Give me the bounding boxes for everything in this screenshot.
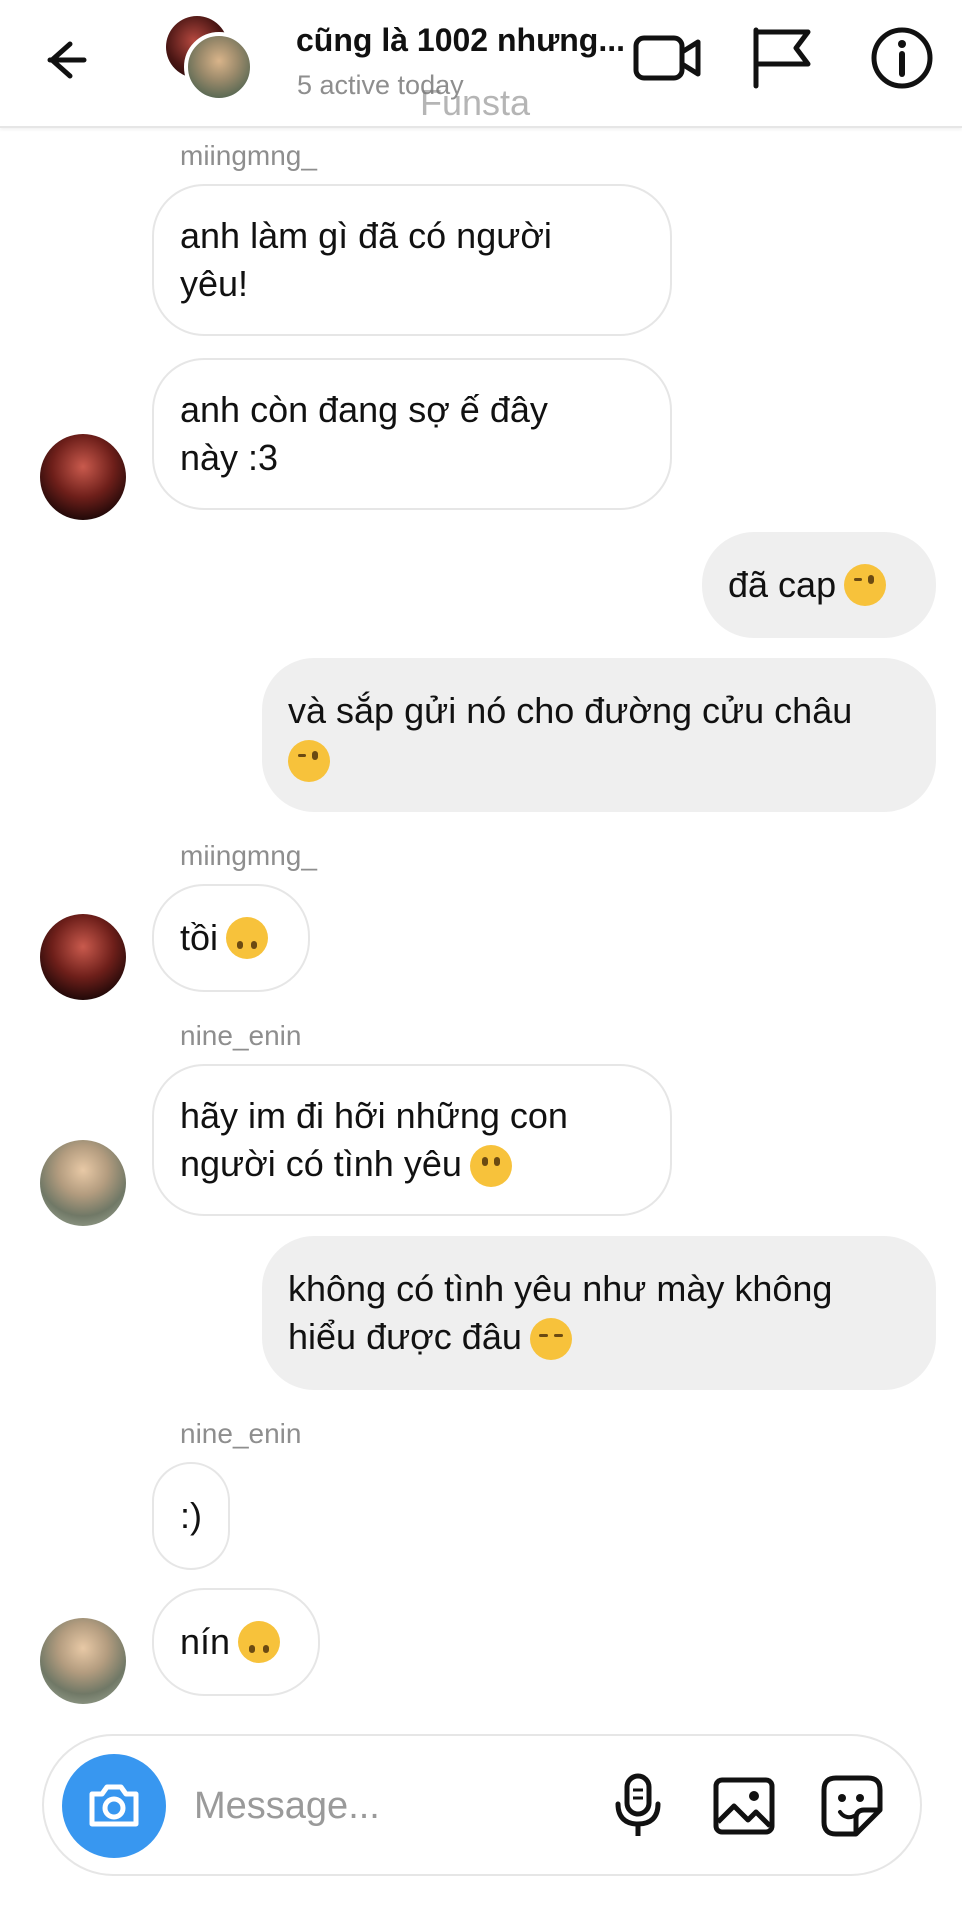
avatar[interactable] (40, 1140, 126, 1226)
message-composer (42, 1734, 922, 1876)
sender-name: miingmng_ (180, 840, 317, 871)
message-text: anh làm gì đã có người yêu! (180, 215, 552, 304)
avatar[interactable] (40, 434, 126, 520)
message-text: không có tình yêu như mày không hiểu đượ… (288, 1265, 832, 1361)
message-bubble-outgoing[interactable]: đã cap (702, 532, 936, 638)
watermark: Funsta (420, 82, 531, 123)
gallery-icon[interactable] (708, 1770, 780, 1842)
avatar[interactable] (40, 914, 126, 1000)
upside-down-face-emoji-icon (238, 1621, 281, 1663)
message-bubble-incoming[interactable]: tồi (152, 884, 310, 992)
message-bubble-outgoing[interactable]: và sắp gửi nó cho đường cửu châu (262, 658, 936, 812)
relieved-face-emoji-icon (529, 1318, 572, 1361)
message-text: tồi (180, 917, 219, 958)
message-bubble-incoming[interactable]: anh còn đang sợ ế đây này :3 (152, 358, 672, 510)
slight-smile-emoji-icon (469, 1145, 512, 1188)
camera-icon (89, 1784, 139, 1827)
message-bubble-incoming[interactable]: nín (152, 1588, 320, 1696)
message-bubble-incoming[interactable]: anh làm gì đã có người yêu! (152, 184, 672, 336)
message-text: anh còn đang sợ ế đây này :3 (180, 389, 548, 478)
sticker-icon[interactable] (816, 1770, 888, 1842)
chat-header: cũng là 1002 nhưng... 5 active today Fun… (0, 0, 962, 128)
sender-name: nine_enin (180, 1020, 302, 1051)
sender-name: nine_enin (180, 1418, 302, 1449)
flag-icon[interactable] (744, 22, 816, 94)
sender-name: miingmng_ (180, 140, 317, 171)
message-text: hãy im đi hỡi những con người có tình yê… (180, 1092, 568, 1188)
video-call-icon[interactable] (632, 22, 704, 94)
message-bubble-incoming[interactable]: hãy im đi hỡi những con người có tình yê… (152, 1064, 672, 1216)
info-icon[interactable] (866, 22, 938, 94)
back-arrow-icon[interactable] (36, 28, 100, 92)
avatar[interactable] (40, 1618, 126, 1704)
message-text: nín (180, 1621, 231, 1662)
wink-emoji-icon (288, 740, 330, 783)
chat-title[interactable]: cũng là 1002 nhưng... (296, 22, 625, 59)
message-bubble-incoming[interactable]: :) (152, 1462, 230, 1570)
group-avatar[interactable] (166, 16, 254, 102)
wink-emoji-icon (844, 564, 887, 606)
message-input[interactable] (194, 1772, 594, 1840)
microphone-icon[interactable] (602, 1770, 674, 1842)
message-text: và sắp gửi nó cho đường cửu châu (288, 687, 852, 783)
group-avatar-member-2 (184, 32, 254, 102)
message-bubble-outgoing[interactable]: không có tình yêu như mày không hiểu đượ… (262, 1236, 936, 1390)
upside-down-face-emoji-icon (226, 917, 269, 959)
camera-button[interactable] (62, 1754, 166, 1858)
message-text: :) (180, 1495, 202, 1536)
message-text: đã cap (728, 564, 837, 605)
